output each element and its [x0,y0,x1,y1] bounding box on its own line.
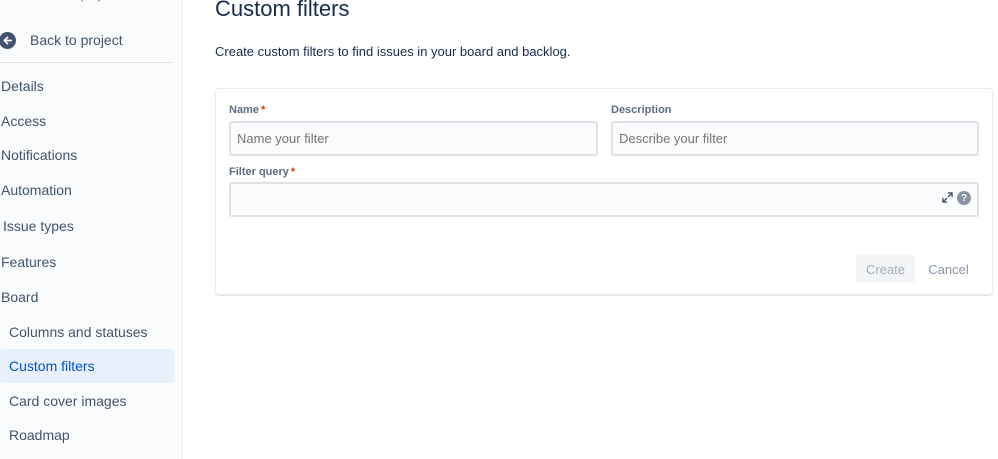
sidebar-item-label: Notifications [1,147,78,163]
description-input[interactable] [611,121,979,156]
sidebar-item-features[interactable]: Features [0,245,174,279]
help-icon[interactable]: ? [957,191,971,205]
sidebar-item-roadmap[interactable]: Roadmap [0,418,174,452]
sidebar-item-automation[interactable]: Automation [0,173,174,207]
filter-query-input[interactable]: ? [229,182,979,217]
filter-query-actions: ? [942,191,971,205]
sidebar-item-label: Details [1,78,44,94]
filter-query-label-text: Filter query [229,166,289,178]
page-title: Custom filters [215,0,350,21]
required-marker: * [290,166,296,178]
sidebar-item-label: Board [1,289,39,305]
back-to-project-label: Back to project [30,32,123,48]
page-description: Create custom filters to find issues in … [215,44,571,59]
arrow-left-icon [0,31,16,49]
expand-icon[interactable] [942,191,953,205]
required-marker: * [260,104,266,116]
custom-filter-form: Name* Description Filter query* ? Create… [215,88,993,295]
sidebar-item-issue-types[interactable]: Issue types [0,209,174,243]
sidebar-item-label: Card cover images [9,393,127,409]
sidebar: Software project Back to project Details… [0,0,182,459]
sidebar-item-columns-and-statuses[interactable]: Columns and statuses [0,315,174,349]
sidebar-item-details[interactable]: Details [0,69,174,103]
sidebar-item-label: Columns and statuses [9,324,148,340]
sidebar-item-label: Custom filters [9,358,95,374]
create-button[interactable]: Create [856,255,915,283]
sidebar-item-label: Access [1,113,47,129]
cancel-button[interactable]: Cancel [922,255,975,283]
sidebar-item-label: Features [1,254,57,270]
sidebar-item-access[interactable]: Access [0,104,174,138]
filter-query-field-label: Filter query * [229,166,295,178]
description-field-label: Description [611,104,672,116]
sidebar-item-label: Roadmap [9,427,70,443]
sidebar-item-label: Issue types [3,218,74,234]
sidebar-item-label: Automation [1,182,72,198]
name-field-label: Name * [229,104,265,116]
sidebar-divider [0,62,173,63]
sidebar-item-board[interactable]: Board [0,280,174,314]
name-input[interactable] [229,121,598,156]
sidebar-item-card-cover-images[interactable]: Card cover images [0,384,174,418]
sidebar-item-notifications[interactable]: Notifications [0,138,174,172]
back-to-project-link[interactable]: Back to project [0,26,174,54]
description-label-text: Description [611,104,672,116]
name-label-text: Name [229,104,259,116]
project-type-label: Software project [30,0,117,2]
sidebar-item-custom-filters[interactable]: Custom filters [0,349,174,383]
